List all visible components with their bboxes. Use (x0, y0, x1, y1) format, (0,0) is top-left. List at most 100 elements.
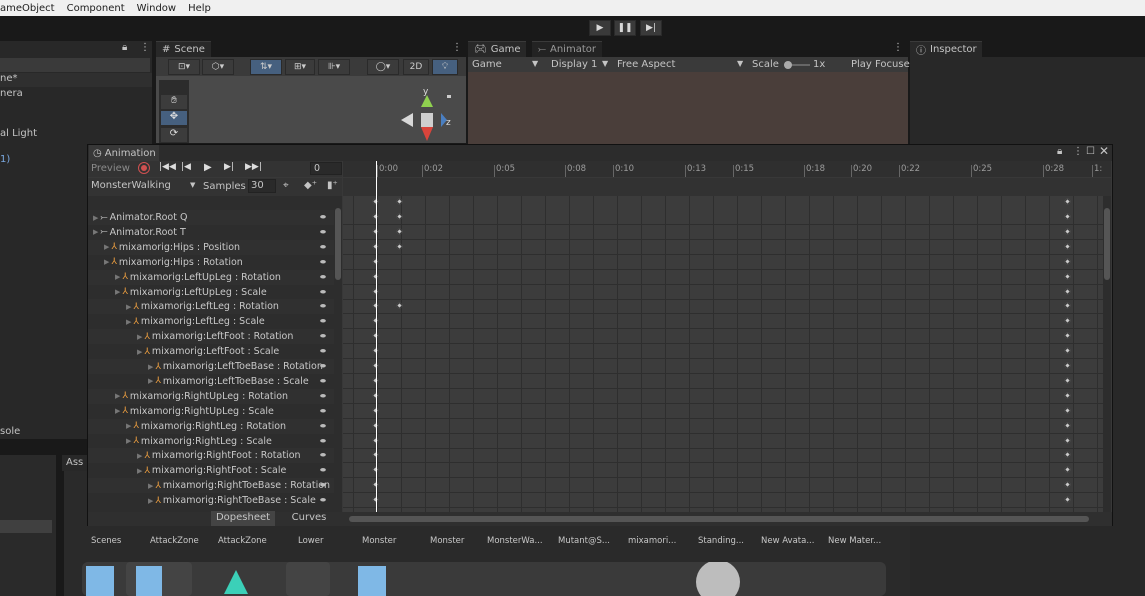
property-options-icon[interactable]: ⬬ (320, 437, 326, 446)
property-scrollbar-thumb[interactable] (335, 208, 341, 280)
clip-dropdown[interactable]: MonsterWalking (89, 180, 199, 194)
property-options-icon[interactable]: ⬬ (320, 302, 326, 311)
play-button[interactable]: ▶ (589, 20, 611, 36)
step-button[interactable]: ▶| (640, 20, 662, 36)
property-row[interactable]: ▶ ⅄ mixamorig:RightUpLeg : Rotation ⬬ (88, 388, 334, 404)
property-options-icon[interactable]: ⬬ (320, 332, 326, 341)
asset-item-label[interactable]: New Avata... (761, 536, 814, 546)
more-icon[interactable]: ⋮ (140, 42, 150, 53)
lock-icon[interactable]: 🔒︎ (122, 42, 127, 53)
property-options-icon[interactable]: ⬬ (320, 258, 326, 267)
expand-arrow-icon[interactable]: ▶ (148, 497, 153, 505)
menu-window[interactable]: Window (137, 3, 176, 14)
expand-arrow-icon[interactable]: ▶ (126, 437, 131, 445)
expand-arrow-icon[interactable]: ▶ (104, 258, 109, 266)
property-row[interactable]: ▶ ⅄ mixamorig:LeftFoot : Scale ⬬ (88, 344, 334, 359)
dopesheet-tab[interactable]: Dopesheet (211, 511, 275, 526)
property-options-icon[interactable]: ⬬ (320, 392, 326, 401)
hand-tool-icon[interactable]: ✋︎ (161, 95, 187, 109)
grid-snap-dropdown[interactable]: ⊞▾ (285, 59, 315, 75)
project-folder-selected[interactable] (0, 520, 52, 533)
curves-tab[interactable]: Curves (281, 511, 337, 526)
property-options-icon[interactable]: ⬬ (320, 377, 326, 386)
expand-arrow-icon[interactable]: ▶ (137, 333, 142, 341)
expand-arrow-icon[interactable]: ▶ (115, 407, 120, 415)
asset-item-label[interactable]: New Mater... (828, 536, 881, 546)
increment-snap-dropdown[interactable]: ⊪▾ (318, 59, 350, 75)
pivot-dropdown[interactable]: ⇅▾ (250, 59, 282, 75)
lock-icon[interactable]: 🔒︎ (1057, 146, 1062, 157)
property-options-icon[interactable]: ⬬ (320, 228, 326, 237)
move-tool-icon[interactable]: ✥ (161, 111, 187, 125)
property-options-icon[interactable]: ⬬ (320, 496, 326, 505)
tab-animation[interactable]: ◷ Animation (89, 145, 159, 161)
asset-item-label[interactable]: Mutant@S... (558, 536, 610, 546)
property-row[interactable]: ▶ ⅄ mixamorig:Hips : Position ⬬ (88, 239, 334, 255)
property-options-icon[interactable]: ⬬ (320, 347, 326, 356)
property-row[interactable]: ▶ ⅄ mixamorig:RightFoot : Scale ⬬ (88, 463, 334, 478)
expand-arrow-icon[interactable]: ▶ (137, 467, 142, 475)
property-row[interactable]: ▶ ⅄ mixamorig:LeftToeBase : Rotation ⬬ (88, 359, 334, 374)
playhead[interactable] (376, 161, 377, 513)
next-keyframe-button[interactable]: ▶| (224, 162, 234, 172)
horizontal-scrollbar[interactable] (349, 516, 1089, 522)
property-row[interactable]: ▶ ⅄ mixamorig:RightLeg : Scale ⬬ (88, 434, 334, 449)
expand-arrow-icon[interactable]: ▶ (137, 452, 142, 460)
property-options-icon[interactable]: ⬬ (320, 422, 326, 431)
samples-field[interactable]: 30 (248, 179, 276, 193)
render-mode-dropdown[interactable]: ⬡▾ (202, 59, 234, 75)
scale-slider-handle[interactable] (784, 61, 792, 69)
expand-arrow-icon[interactable]: ▶ (148, 482, 153, 490)
close-icon[interactable]: ✕ (1099, 144, 1109, 158)
property-row[interactable]: ▶ ⅄ mixamorig:RightLeg : Rotation ⬬ (88, 418, 334, 434)
asset-item-label[interactable]: AttackZone (150, 536, 199, 546)
property-options-icon[interactable]: ⬬ (320, 317, 326, 326)
expand-arrow-icon[interactable]: ▶ (126, 318, 131, 326)
scene-gizmo[interactable]: y z (395, 85, 465, 143)
property-options-icon[interactable]: ⬬ (320, 407, 326, 416)
hierarchy-item-selected[interactable]: 1) (0, 154, 10, 165)
hierarchy-search[interactable] (0, 58, 150, 72)
draw-mode-dropdown[interactable]: ⊡▾ (168, 59, 200, 75)
expand-arrow-icon[interactable]: ▶ (93, 228, 98, 236)
property-options-icon[interactable]: ⬬ (320, 243, 326, 252)
more-icon[interactable]: ⋮ (1073, 146, 1083, 157)
rotate-tool-icon[interactable]: ⟳ (161, 128, 187, 142)
pause-button[interactable]: ❚❚ (614, 20, 636, 36)
property-row[interactable]: ▶ ⅄ mixamorig:LeftUpLeg : Rotation ⬬ (88, 269, 334, 285)
expand-arrow-icon[interactable]: ▶ (115, 273, 120, 281)
property-options-icon[interactable]: ⬬ (320, 481, 326, 490)
expand-arrow-icon[interactable]: ▶ (148, 363, 153, 371)
property-row[interactable]: ▶ ⅄ mixamorig:RightToeBase : Rotation ⬬ (88, 478, 334, 494)
shading-dropdown[interactable]: ◯▾ (367, 59, 399, 75)
menu-component[interactable]: Component (67, 3, 125, 14)
expand-arrow-icon[interactable]: ▶ (137, 348, 142, 356)
dopesheet-grid[interactable] (343, 196, 1111, 512)
property-row[interactable]: ▶ ⅄ mixamorig:LeftUpLeg : Scale ⬬ (88, 285, 334, 300)
tab-console[interactable]: sole (0, 426, 20, 437)
menu-gameobject[interactable]: ameObject (0, 3, 55, 14)
tab-scene[interactable]: # Scene (156, 41, 211, 57)
property-options-icon[interactable]: ⬬ (320, 362, 326, 371)
tab-inspector[interactable]: ⓘ Inspector (910, 41, 982, 57)
asset-item-label[interactable]: Monster (362, 536, 396, 546)
scene-more-icon[interactable]: ⋮ (452, 42, 462, 53)
property-options-icon[interactable]: ⬬ (320, 288, 326, 297)
2d-toggle[interactable]: 2D (403, 59, 429, 75)
property-row[interactable]: ▶ ⅄ mixamorig:RightFoot : Rotation ⬬ (88, 448, 334, 464)
property-row[interactable]: ▶ ⅄ mixamorig:RightToeBase : Scale ⬬ (88, 493, 334, 508)
maximize-icon[interactable]: ☐ (1086, 146, 1095, 157)
events-track[interactable] (343, 178, 1111, 196)
play-focused-dropdown[interactable]: Play Focuse (851, 59, 910, 70)
keyframe-add-icon[interactable]: ◆⁺ (304, 180, 317, 191)
last-keyframe-button[interactable]: ▶▶| (245, 162, 262, 172)
asset-item-label[interactable]: Lower (298, 536, 323, 546)
property-row[interactable]: ▶ ⅄ mixamorig:RightUpLeg : Scale ⬬ (88, 404, 334, 419)
asset-item-label[interactable]: Standing... (698, 536, 744, 546)
expand-arrow-icon[interactable]: ▶ (115, 288, 120, 296)
property-row[interactable]: ▶ ⅄ mixamorig:Hips : Rotation ⬬ (88, 255, 334, 270)
game-more-icon[interactable]: ⋮ (893, 42, 903, 53)
game-view[interactable] (468, 72, 908, 144)
tab-animator[interactable]: ⤚ Animator (532, 41, 602, 57)
asset-item-label[interactable]: Monster (430, 536, 464, 546)
